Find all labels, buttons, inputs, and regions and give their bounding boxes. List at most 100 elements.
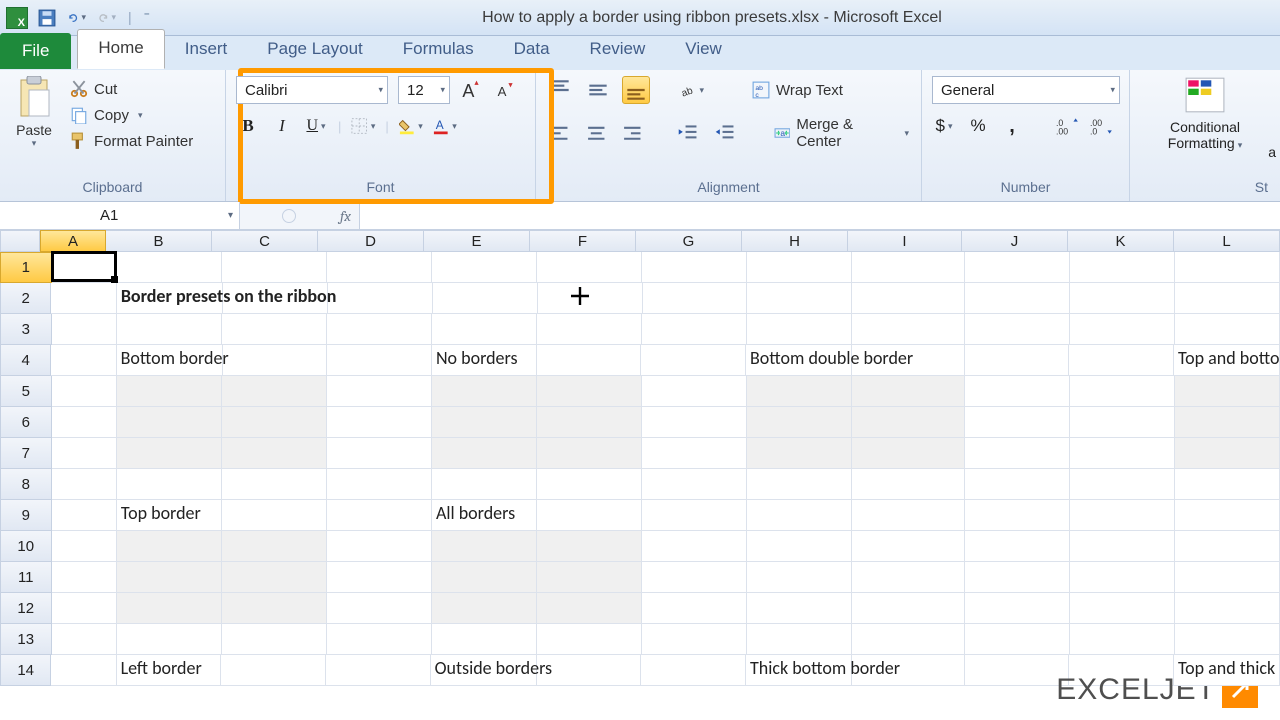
cell-J9[interactable] bbox=[965, 500, 1070, 531]
comma-format-icon[interactable]: , bbox=[1000, 114, 1024, 138]
cell-E4[interactable]: No borders bbox=[432, 345, 537, 376]
save-icon[interactable] bbox=[38, 9, 56, 27]
grow-font-icon[interactable]: A▴ bbox=[460, 78, 484, 102]
cell-K8[interactable] bbox=[1070, 469, 1175, 500]
row-header-11[interactable]: 11 bbox=[0, 562, 52, 593]
cell-L1[interactable] bbox=[1175, 252, 1280, 283]
cell-A9[interactable] bbox=[52, 500, 117, 531]
tab-home[interactable]: Home bbox=[77, 29, 164, 69]
tab-view[interactable]: View bbox=[665, 31, 742, 69]
cell-K10[interactable] bbox=[1070, 531, 1175, 562]
cell-I11[interactable] bbox=[852, 562, 965, 593]
cell-L13[interactable] bbox=[1175, 624, 1280, 655]
cell-D3[interactable] bbox=[327, 314, 432, 345]
cell-E14[interactable]: Outside borders bbox=[431, 655, 537, 686]
cell-K12[interactable] bbox=[1070, 593, 1175, 624]
col-header-D[interactable]: D bbox=[318, 230, 424, 252]
cell-K3[interactable] bbox=[1070, 314, 1175, 345]
cell-J12[interactable] bbox=[965, 593, 1070, 624]
row-header-2[interactable]: 2 bbox=[0, 283, 51, 314]
cell-L2[interactable] bbox=[1175, 283, 1280, 314]
cell-H6[interactable] bbox=[747, 407, 852, 438]
cell-C9[interactable] bbox=[222, 500, 327, 531]
cell-I8[interactable] bbox=[852, 469, 965, 500]
align-right-icon[interactable] bbox=[619, 119, 646, 147]
cell-H5[interactable] bbox=[747, 376, 852, 407]
align-bottom-icon[interactable] bbox=[622, 76, 650, 104]
cell-J7[interactable] bbox=[965, 438, 1070, 469]
cell-J2[interactable] bbox=[965, 283, 1070, 314]
cell-E7[interactable] bbox=[432, 438, 537, 469]
cell-H1[interactable] bbox=[747, 252, 852, 283]
align-center-icon[interactable] bbox=[583, 119, 610, 147]
col-header-G[interactable]: G bbox=[636, 230, 742, 252]
cell-J4[interactable] bbox=[965, 345, 1070, 376]
italic-button[interactable]: I bbox=[270, 114, 294, 138]
cell-D8[interactable] bbox=[327, 469, 432, 500]
format-painter-button[interactable]: Format Painter bbox=[68, 128, 195, 154]
cell-A8[interactable] bbox=[52, 469, 117, 500]
align-top-icon[interactable] bbox=[546, 76, 574, 104]
cell-F2[interactable] bbox=[538, 283, 643, 314]
row-header-5[interactable]: 5 bbox=[0, 376, 52, 407]
cell-L6[interactable] bbox=[1175, 407, 1280, 438]
cell-A6[interactable] bbox=[52, 407, 117, 438]
cut-button[interactable]: Cut bbox=[68, 76, 195, 102]
cell-F14[interactable] bbox=[537, 655, 642, 686]
cell-A1[interactable] bbox=[52, 252, 117, 283]
row-header-3[interactable]: 3 bbox=[0, 314, 52, 345]
cell-D14[interactable] bbox=[326, 655, 431, 686]
cell-L10[interactable] bbox=[1175, 531, 1280, 562]
col-header-I[interactable]: I bbox=[848, 230, 962, 252]
cell-G11[interactable] bbox=[642, 562, 747, 593]
cell-K4[interactable] bbox=[1069, 345, 1174, 376]
cell-E13[interactable] bbox=[432, 624, 537, 655]
cell-L5[interactable] bbox=[1175, 376, 1280, 407]
cell-J14[interactable] bbox=[965, 655, 1070, 686]
cell-I6[interactable] bbox=[852, 407, 965, 438]
cell-C5[interactable] bbox=[222, 376, 327, 407]
name-box[interactable]: A1▾ bbox=[0, 202, 240, 229]
cell-A14[interactable] bbox=[51, 655, 116, 686]
cell-C13[interactable] bbox=[222, 624, 327, 655]
cell-D13[interactable] bbox=[327, 624, 432, 655]
tab-formulas[interactable]: Formulas bbox=[383, 31, 494, 69]
cell-G6[interactable] bbox=[642, 407, 747, 438]
wrap-text-button[interactable]: abcWrap Text bbox=[750, 77, 845, 103]
formula-input[interactable] bbox=[360, 202, 1280, 229]
cell-J3[interactable] bbox=[965, 314, 1070, 345]
cell-I5[interactable] bbox=[852, 376, 965, 407]
cell-J10[interactable] bbox=[965, 531, 1070, 562]
col-header-H[interactable]: H bbox=[742, 230, 848, 252]
cell-I3[interactable] bbox=[852, 314, 965, 345]
cell-A7[interactable] bbox=[52, 438, 117, 469]
cell-I2[interactable] bbox=[852, 283, 965, 314]
cell-C7[interactable] bbox=[222, 438, 327, 469]
cell-D1[interactable] bbox=[327, 252, 432, 283]
cell-H2[interactable] bbox=[747, 283, 852, 314]
cell-H11[interactable] bbox=[747, 562, 852, 593]
cell-E5[interactable] bbox=[432, 376, 537, 407]
cell-I7[interactable] bbox=[852, 438, 965, 469]
cell-I10[interactable] bbox=[852, 531, 965, 562]
cell-E9[interactable]: All borders bbox=[432, 500, 537, 531]
row-header-9[interactable]: 9 bbox=[0, 500, 52, 531]
tab-insert[interactable]: Insert bbox=[165, 31, 248, 69]
decrease-decimal-icon[interactable]: .00.0 bbox=[1090, 114, 1114, 138]
cell-D2[interactable] bbox=[328, 283, 433, 314]
cell-B7[interactable] bbox=[117, 438, 222, 469]
cell-K9[interactable] bbox=[1070, 500, 1175, 531]
cell-B2[interactable]: Border presets on the ribbon bbox=[117, 283, 223, 314]
cell-G4[interactable] bbox=[641, 345, 746, 376]
cell-F9[interactable] bbox=[537, 500, 642, 531]
cell-K13[interactable] bbox=[1070, 624, 1175, 655]
cell-H12[interactable] bbox=[747, 593, 852, 624]
cell-F10[interactable] bbox=[537, 531, 642, 562]
row-header-13[interactable]: 13 bbox=[0, 624, 52, 655]
row-header-12[interactable]: 12 bbox=[0, 593, 52, 624]
tab-file[interactable]: File bbox=[0, 33, 71, 69]
bold-button[interactable]: B bbox=[236, 114, 260, 138]
cell-F6[interactable] bbox=[537, 407, 642, 438]
select-all-corner[interactable] bbox=[0, 230, 40, 252]
cell-J11[interactable] bbox=[965, 562, 1070, 593]
